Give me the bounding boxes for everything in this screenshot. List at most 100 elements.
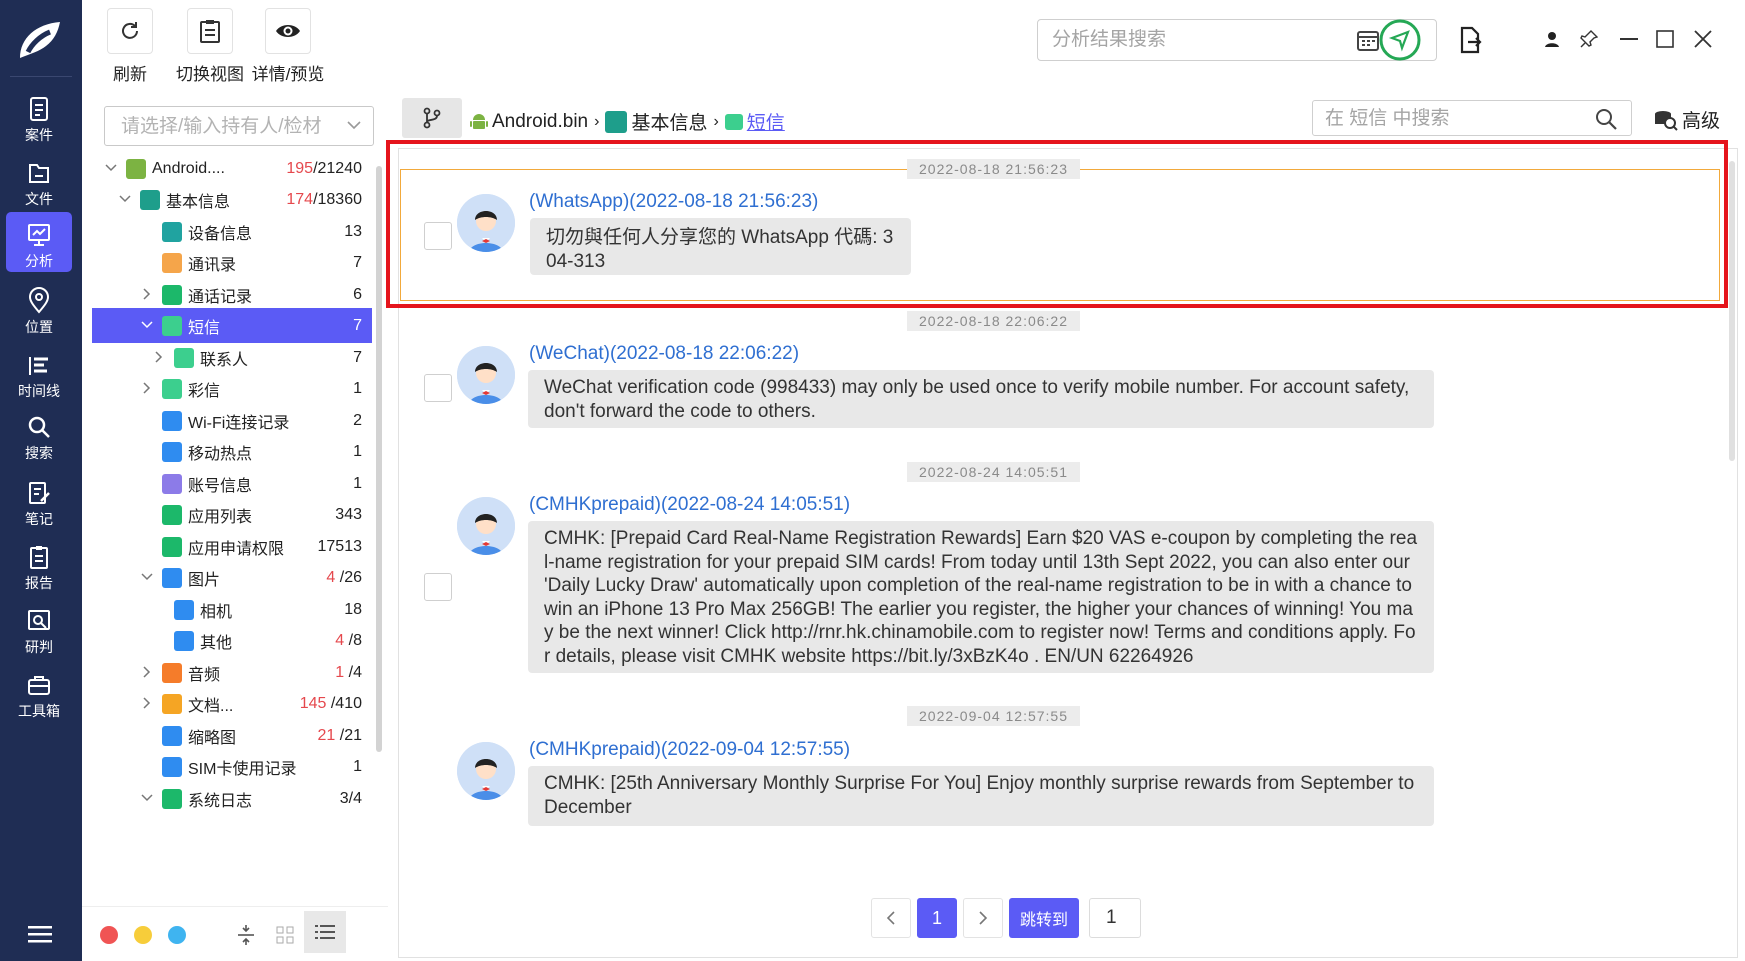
nav-item-case[interactable]: 案件 — [6, 86, 72, 150]
chevron-down-icon[interactable] — [140, 791, 154, 805]
breadcrumb-separator: › — [594, 112, 600, 130]
analysis-search-input[interactable] — [1052, 29, 1352, 51]
tree-item[interactable]: 基本信息 174/18360 — [92, 182, 372, 217]
tree-scrollbar[interactable] — [376, 166, 382, 752]
nav-item-timeline[interactable]: 时间线 — [6, 342, 72, 406]
jump-to-page-button[interactable]: 跳转到 — [1009, 898, 1079, 938]
blue-tag-filter[interactable] — [168, 926, 186, 944]
nav-item-judge[interactable]: 研判 — [6, 598, 72, 662]
chevron-down-icon[interactable] — [118, 192, 132, 206]
tree-item[interactable]: 彩信 1 — [92, 371, 372, 406]
breadcrumb-separator: › — [713, 112, 719, 130]
tree-item-label: 相机 — [200, 603, 233, 621]
breadcrumb-basic-info[interactable]: 基本信息 — [631, 108, 707, 135]
search-icon[interactable] — [1595, 108, 1617, 130]
owner-input[interactable] — [121, 116, 331, 138]
chevron-down-icon[interactable] — [104, 161, 118, 175]
nav-item-search[interactable]: 搜索 — [6, 404, 72, 468]
tree-item[interactable]: 通话记录 6 — [92, 277, 372, 312]
android-icon — [126, 159, 146, 179]
nav-item-report[interactable]: 报告 — [6, 534, 72, 598]
nav-item-location[interactable]: 位置 — [6, 278, 72, 342]
message-sender[interactable]: (WeChat)(2022-08-18 22:06:22) — [529, 343, 799, 365]
tree-item[interactable]: 系统日志 3/4 — [92, 781, 372, 816]
tree-item[interactable]: 应用申请权限 17513 — [92, 529, 372, 564]
tree-item[interactable]: 其他 4 /8 — [92, 623, 372, 658]
sms-search-input[interactable] — [1325, 108, 1585, 130]
camera-image-icon — [174, 600, 194, 620]
tree-item-count: 1 — [353, 443, 362, 461]
pin-icon[interactable] — [1580, 30, 1598, 48]
tree-item[interactable]: 短信 7 — [92, 308, 372, 343]
nav-item-notes[interactable]: 笔记 — [6, 470, 72, 534]
next-page-button[interactable] — [963, 898, 1003, 938]
chevron-right-icon[interactable] — [140, 287, 154, 301]
maximize-icon[interactable] — [1656, 30, 1674, 48]
tree-item[interactable]: 图片 4 /26 — [92, 560, 372, 595]
tree-item[interactable]: 联系人 7 — [92, 340, 372, 375]
export-icon[interactable] — [1458, 26, 1482, 54]
chevron-down-icon[interactable] — [140, 318, 154, 332]
red-tag-filter[interactable] — [100, 926, 118, 944]
chevron-down-icon[interactable] — [140, 570, 154, 584]
tree-item[interactable]: 设备信息 13 — [92, 214, 372, 249]
refresh-button[interactable]: 刷新 — [106, 8, 154, 85]
tree-item[interactable]: 文档... 145 /410 — [92, 686, 372, 721]
jump-page-input[interactable]: 1 — [1089, 898, 1141, 938]
message-checkbox[interactable] — [424, 573, 452, 601]
image-icon — [162, 568, 182, 588]
minimize-icon[interactable] — [1620, 38, 1638, 40]
analysis-icon — [28, 224, 50, 246]
grid-view-icon[interactable] — [276, 926, 294, 944]
tree-item-label: SIM卡使用记录 — [188, 760, 297, 778]
sms-search-box[interactable] — [1312, 100, 1632, 136]
owner-select[interactable] — [104, 106, 374, 146]
page-button-current[interactable]: 1 — [917, 898, 957, 938]
nav-item-file[interactable]: 文件 — [6, 150, 72, 214]
message-timestamp: 2022-08-24 14:05:51 — [907, 462, 1080, 482]
details-preview-button[interactable]: 详情/预览 — [248, 8, 328, 85]
calendar-icon[interactable] — [1356, 28, 1380, 52]
chevron-right-icon[interactable] — [140, 696, 154, 710]
message-bubble: WeChat verification code (998433) may on… — [528, 370, 1434, 428]
tree-item-label: 通讯录 — [188, 256, 237, 274]
chevron-right-icon[interactable] — [152, 350, 166, 364]
tree-item[interactable]: 相机 18 — [92, 592, 372, 627]
tree-item[interactable]: 音频 1 /4 — [92, 655, 372, 690]
yellow-tag-filter[interactable] — [134, 926, 152, 944]
tree-item[interactable]: Wi-Fi连接记录 2 — [92, 403, 372, 438]
user-icon[interactable] — [1544, 31, 1560, 47]
message-sender[interactable]: (CMHKprepaid)(2022-08-24 14:05:51) — [529, 494, 850, 516]
chevron-right-icon[interactable] — [140, 665, 154, 679]
tree-item[interactable]: 应用列表 343 — [92, 497, 372, 532]
analysis-search-box[interactable] — [1037, 19, 1437, 61]
nav-item-toolbox[interactable]: 工具箱 — [6, 662, 72, 726]
message-checkbox[interactable] — [424, 374, 452, 402]
branch-button[interactable] — [402, 98, 462, 138]
menu-icon[interactable] — [28, 925, 52, 943]
advanced-search-button[interactable]: 高级 — [1654, 106, 1720, 133]
chevron-right-icon[interactable] — [140, 381, 154, 395]
nav-item-analysis[interactable]: 分析 — [6, 212, 72, 272]
tree-item[interactable]: 通讯录 7 — [92, 245, 372, 280]
thumbnail-icon — [162, 726, 182, 746]
avatar-face-icon — [457, 346, 515, 404]
collapse-all-icon[interactable] — [236, 924, 256, 946]
tree-item[interactable]: Android.... 195/21240 — [92, 151, 372, 186]
prev-page-button[interactable] — [871, 898, 911, 938]
tree-item[interactable]: SIM卡使用记录 1 — [92, 749, 372, 784]
tree-item[interactable]: 账号信息 1 — [92, 466, 372, 501]
message-sender[interactable]: (CMHKprepaid)(2022-09-04 12:57:55) — [529, 739, 850, 761]
close-icon[interactable] — [1694, 30, 1712, 48]
message-list-scrollbar[interactable] — [1729, 161, 1735, 461]
location-shield-icon[interactable] — [1379, 19, 1421, 61]
tree-item[interactable]: 缩略图 21 /21 — [92, 718, 372, 753]
nav-label: 分析 — [25, 253, 53, 269]
contacts-icon — [162, 253, 182, 273]
tree-item[interactable]: 移动热点 1 — [92, 434, 372, 469]
breadcrumb-root[interactable]: Android.bin — [492, 111, 588, 133]
list-view-button[interactable] — [304, 911, 346, 953]
switch-view-icon — [200, 20, 220, 43]
breadcrumb-current[interactable]: 短信 — [747, 108, 785, 135]
switch-view-button[interactable]: 切换视图 — [174, 8, 246, 85]
